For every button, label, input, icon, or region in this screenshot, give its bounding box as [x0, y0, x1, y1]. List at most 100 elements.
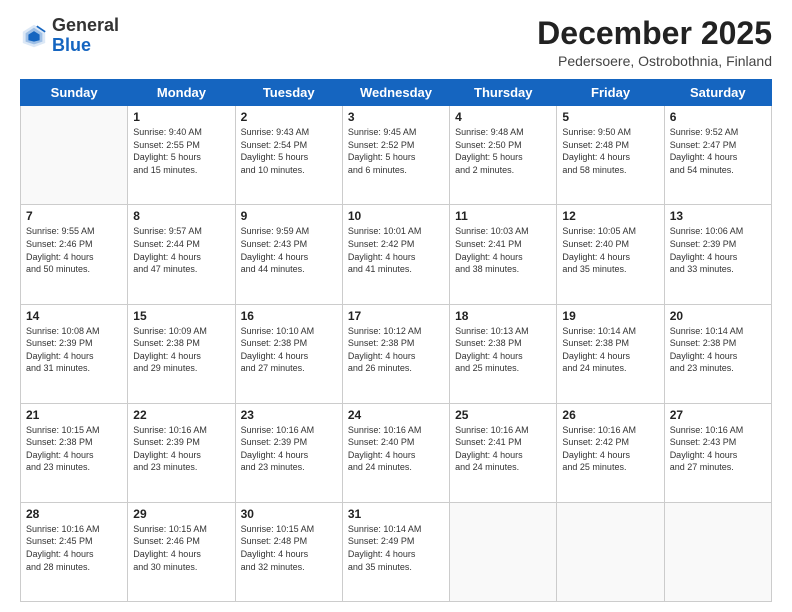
day-info: Sunrise: 10:05 AM Sunset: 2:40 PM Daylig…: [562, 225, 658, 275]
header: General Blue December 2025 Pedersoere, O…: [20, 16, 772, 69]
day-number: 4: [455, 110, 551, 124]
calendar-cell: 20 Sunrise: 10:14 AM Sunset: 2:38 PM Dayl…: [664, 304, 771, 403]
day-info: Sunrise: 10:01 AM Sunset: 2:42 PM Daylig…: [348, 225, 444, 275]
day-number: 23: [241, 408, 337, 422]
calendar-cell: 31Sunrise: 10:14 AM Sunset: 2:49 PM Dayl…: [342, 502, 449, 601]
day-header-tuesday: Tuesday: [235, 80, 342, 106]
calendar-week-4: 28 Sunrise: 10:16 AM Sunset: 2:45 PM Dayl…: [21, 502, 772, 601]
day-number: 9: [241, 209, 337, 223]
calendar-cell: 25Sunrise: 10:16 AM Sunset: 2:41 PM Dayl…: [450, 403, 557, 502]
day-number: 26: [562, 408, 658, 422]
day-number: 2: [241, 110, 337, 124]
day-number: 30: [241, 507, 337, 521]
day-info: Sunrise: 9:52 AM Sunset: 2:47 PM Dayligh…: [670, 126, 766, 176]
day-info: Sunrise: 9:48 AM Sunset: 2:50 PM Dayligh…: [455, 126, 551, 176]
logo-icon: [20, 22, 48, 50]
calendar-cell: 16Sunrise: 10:10 AM Sunset: 2:38 PM Dayl…: [235, 304, 342, 403]
day-info: Sunrise: 10:13 AM Sunset: 2:38 PM Daylig…: [455, 325, 551, 375]
calendar-cell: 6 Sunrise: 9:52 AM Sunset: 2:47 PM Daylig…: [664, 106, 771, 205]
day-number: 17: [348, 309, 444, 323]
calendar-cell: [664, 502, 771, 601]
day-info: Sunrise: 9:55 AM Sunset: 2:46 PM Dayligh…: [26, 225, 122, 275]
calendar-cell: 23 Sunrise: 10:16 AM Sunset: 2:39 PM Dayl…: [235, 403, 342, 502]
calendar-cell: 2 Sunrise: 9:43 AM Sunset: 2:54 PM Daylig…: [235, 106, 342, 205]
day-number: 3: [348, 110, 444, 124]
day-info: Sunrise: 10:03 AM Sunset: 2:41 PM Daylig…: [455, 225, 551, 275]
day-info: Sunrise: 10:16 AM Sunset: 2:45 PM Daylig…: [26, 523, 122, 573]
calendar-cell: 17 Sunrise: 10:12 AM Sunset: 2:38 PM Dayl…: [342, 304, 449, 403]
day-number: 13: [670, 209, 766, 223]
day-number: 19: [562, 309, 658, 323]
calendar-cell: 30Sunrise: 10:15 AM Sunset: 2:48 PM Dayl…: [235, 502, 342, 601]
calendar-cell: 19 Sunrise: 10:14 AM Sunset: 2:38 PM Dayl…: [557, 304, 664, 403]
day-number: 12: [562, 209, 658, 223]
day-info: Sunrise: 9:45 AM Sunset: 2:52 PM Dayligh…: [348, 126, 444, 176]
calendar-cell: [21, 106, 128, 205]
day-info: Sunrise: 9:43 AM Sunset: 2:54 PM Dayligh…: [241, 126, 337, 176]
calendar-cell: 11 Sunrise: 10:03 AM Sunset: 2:41 PM Dayl…: [450, 205, 557, 304]
calendar-cell: 7 Sunrise: 9:55 AM Sunset: 2:46 PM Daylig…: [21, 205, 128, 304]
day-info: Sunrise: 10:06 AM Sunset: 2:39 PM Daylig…: [670, 225, 766, 275]
day-header-thursday: Thursday: [450, 80, 557, 106]
day-number: 7: [26, 209, 122, 223]
day-number: 11: [455, 209, 551, 223]
calendar-cell: 24 Sunrise: 10:16 AM Sunset: 2:40 PM Dayl…: [342, 403, 449, 502]
day-number: 10: [348, 209, 444, 223]
calendar-cell: 14 Sunrise: 10:08 AM Sunset: 2:39 PM Dayl…: [21, 304, 128, 403]
calendar-cell: 26Sunrise: 10:16 AM Sunset: 2:42 PM Dayl…: [557, 403, 664, 502]
title-block: December 2025 Pedersoere, Ostrobothnia, …: [537, 16, 772, 69]
day-number: 27: [670, 408, 766, 422]
calendar-cell: 28 Sunrise: 10:16 AM Sunset: 2:45 PM Dayl…: [21, 502, 128, 601]
day-number: 6: [670, 110, 766, 124]
day-info: Sunrise: 9:40 AM Sunset: 2:55 PM Dayligh…: [133, 126, 229, 176]
day-info: Sunrise: 10:16 AM Sunset: 2:43 PM Daylig…: [670, 424, 766, 474]
day-info: Sunrise: 10:16 AM Sunset: 2:41 PM Daylig…: [455, 424, 551, 474]
day-number: 29: [133, 507, 229, 521]
day-number: 8: [133, 209, 229, 223]
calendar-cell: [557, 502, 664, 601]
day-info: Sunrise: 10:15 AM Sunset: 2:38 PM Daylig…: [26, 424, 122, 474]
day-number: 5: [562, 110, 658, 124]
calendar-cell: 9 Sunrise: 9:59 AM Sunset: 2:43 PM Daylig…: [235, 205, 342, 304]
day-info: Sunrise: 10:15 AM Sunset: 2:46 PM Daylig…: [133, 523, 229, 573]
calendar-cell: 5 Sunrise: 9:50 AM Sunset: 2:48 PM Daylig…: [557, 106, 664, 205]
logo-text: General Blue: [52, 16, 119, 56]
calendar-cell: 22 Sunrise: 10:16 AM Sunset: 2:39 PM Dayl…: [128, 403, 235, 502]
day-header-monday: Monday: [128, 80, 235, 106]
day-header-wednesday: Wednesday: [342, 80, 449, 106]
day-number: 1: [133, 110, 229, 124]
day-info: Sunrise: 10:14 AM Sunset: 2:38 PM Daylig…: [670, 325, 766, 375]
day-number: 22: [133, 408, 229, 422]
calendar-cell: 8Sunrise: 9:57 AM Sunset: 2:44 PM Daylig…: [128, 205, 235, 304]
calendar-cell: 18 Sunrise: 10:13 AM Sunset: 2:38 PM Dayl…: [450, 304, 557, 403]
calendar-cell: 10 Sunrise: 10:01 AM Sunset: 2:42 PM Dayl…: [342, 205, 449, 304]
location-subtitle: Pedersoere, Ostrobothnia, Finland: [537, 53, 772, 69]
calendar-week-1: 7 Sunrise: 9:55 AM Sunset: 2:46 PM Daylig…: [21, 205, 772, 304]
day-info: Sunrise: 9:59 AM Sunset: 2:43 PM Dayligh…: [241, 225, 337, 275]
day-number: 21: [26, 408, 122, 422]
calendar-cell: 1 Sunrise: 9:40 AM Sunset: 2:55 PM Daylig…: [128, 106, 235, 205]
day-info: Sunrise: 10:08 AM Sunset: 2:39 PM Daylig…: [26, 325, 122, 375]
calendar-week-3: 21 Sunrise: 10:15 AM Sunset: 2:38 PM Dayl…: [21, 403, 772, 502]
day-info: Sunrise: 10:14 AM Sunset: 2:38 PM Daylig…: [562, 325, 658, 375]
day-number: 18: [455, 309, 551, 323]
day-info: Sunrise: 10:10 AM Sunset: 2:38 PM Daylig…: [241, 325, 337, 375]
day-info: Sunrise: 10:16 AM Sunset: 2:40 PM Daylig…: [348, 424, 444, 474]
page: General Blue December 2025 Pedersoere, O…: [0, 0, 792, 612]
day-header-saturday: Saturday: [664, 80, 771, 106]
day-info: Sunrise: 10:12 AM Sunset: 2:38 PM Daylig…: [348, 325, 444, 375]
day-number: 20: [670, 309, 766, 323]
calendar-cell: 27 Sunrise: 10:16 AM Sunset: 2:43 PM Dayl…: [664, 403, 771, 502]
day-info: Sunrise: 10:09 AM Sunset: 2:38 PM Daylig…: [133, 325, 229, 375]
calendar-week-2: 14 Sunrise: 10:08 AM Sunset: 2:39 PM Dayl…: [21, 304, 772, 403]
calendar-cell: 13 Sunrise: 10:06 AM Sunset: 2:39 PM Dayl…: [664, 205, 771, 304]
day-number: 24: [348, 408, 444, 422]
day-header-sunday: Sunday: [21, 80, 128, 106]
day-number: 28: [26, 507, 122, 521]
day-info: Sunrise: 9:50 AM Sunset: 2:48 PM Dayligh…: [562, 126, 658, 176]
day-info: Sunrise: 10:16 AM Sunset: 2:39 PM Daylig…: [133, 424, 229, 474]
day-number: 14: [26, 309, 122, 323]
day-info: Sunrise: 10:16 AM Sunset: 2:39 PM Daylig…: [241, 424, 337, 474]
day-number: 15: [133, 309, 229, 323]
day-header-friday: Friday: [557, 80, 664, 106]
